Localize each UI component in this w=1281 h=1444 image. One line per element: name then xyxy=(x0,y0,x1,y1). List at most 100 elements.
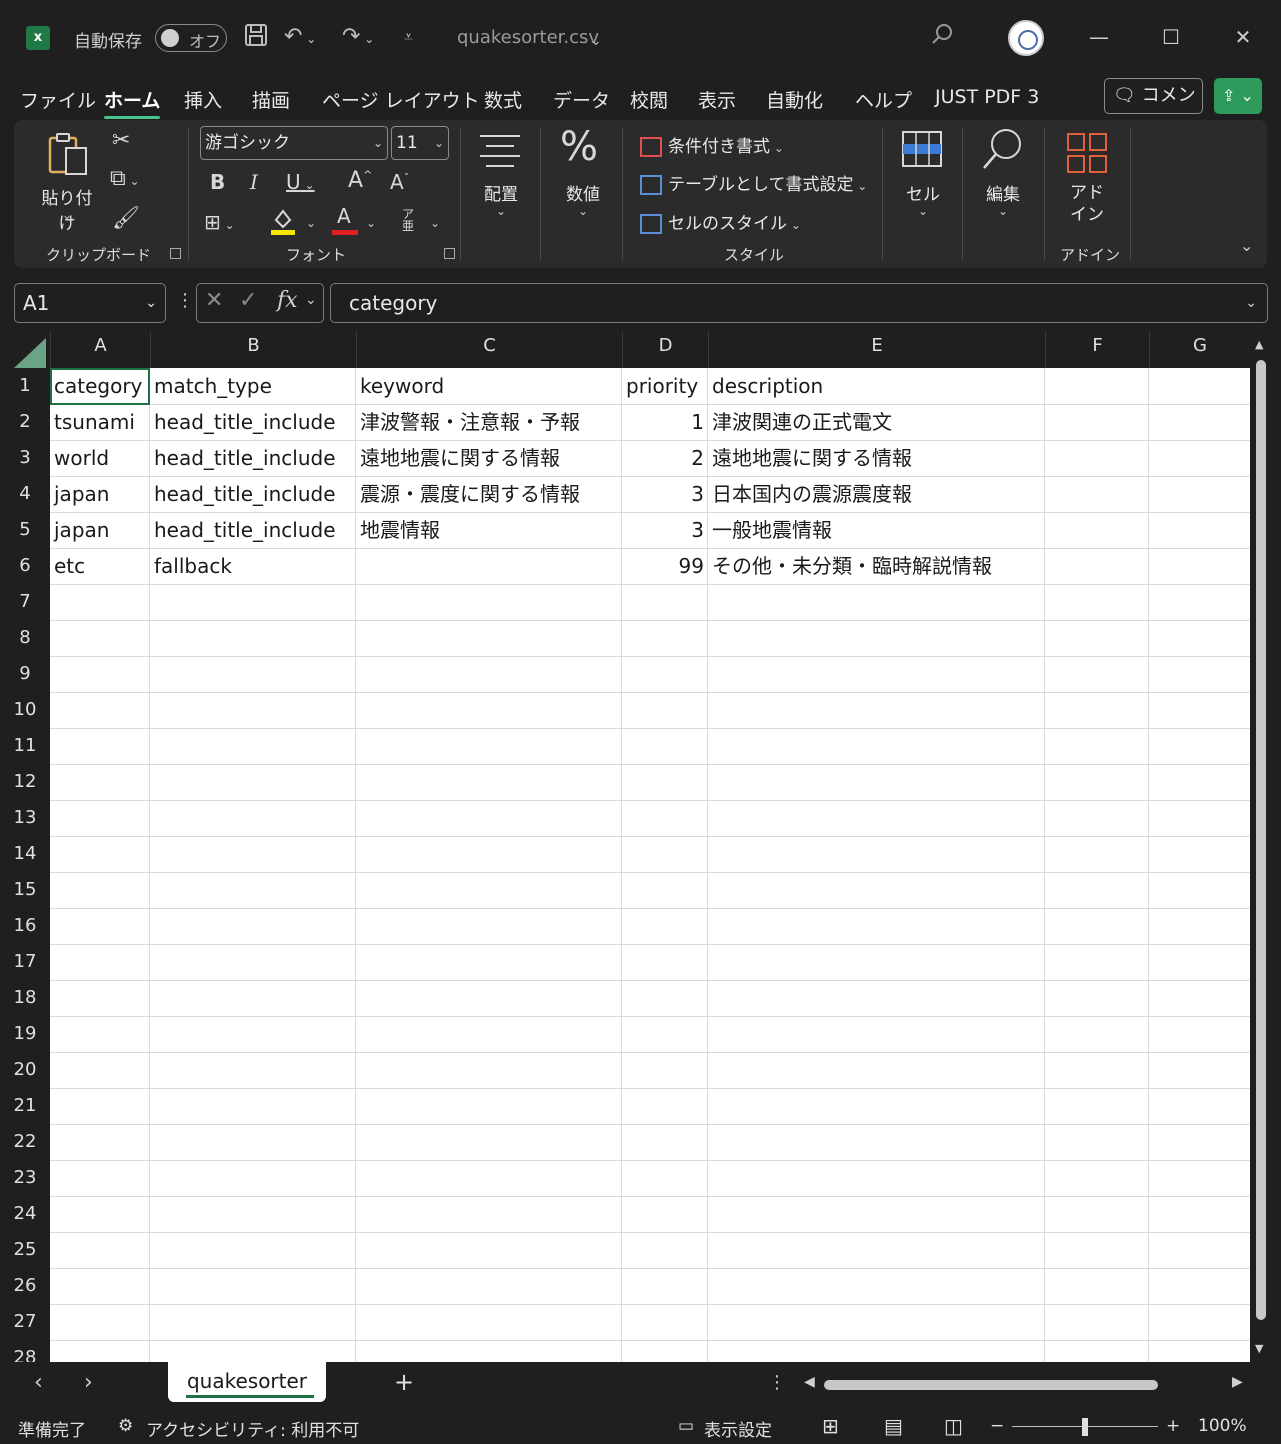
editing-label[interactable]: 編集 xyxy=(978,180,1028,205)
horizontal-scroll-thumb[interactable] xyxy=(824,1380,1158,1390)
underline-icon[interactable]: U ⌄ xyxy=(286,170,315,194)
paste-chevron-icon[interactable]: ⌄ xyxy=(62,208,72,222)
tab-insert[interactable]: 挿入 xyxy=(184,86,222,113)
bold-icon[interactable]: B xyxy=(210,170,225,194)
borders-icon[interactable]: ⊞ ⌄ xyxy=(204,210,235,234)
row-header[interactable]: 19 xyxy=(0,1016,50,1052)
cell-e4[interactable]: 日本国内の震源震度報 xyxy=(708,476,1045,512)
file-name[interactable]: quakesorter.csv xyxy=(457,27,599,48)
cell-b2[interactable]: head_title_include xyxy=(150,404,356,440)
cell-e3[interactable]: 遠地地震に関する情報 xyxy=(708,440,1045,476)
column-header-d[interactable]: D xyxy=(622,332,708,368)
editing-chevron-icon[interactable]: ⌄ xyxy=(998,204,1008,218)
close-icon[interactable]: ✕ xyxy=(1228,22,1258,52)
clipboard-launcher-icon[interactable] xyxy=(170,248,181,259)
addins-icon[interactable] xyxy=(1066,132,1108,174)
tab-automate[interactable]: 自動化 xyxy=(766,86,823,113)
alignment-chevron-icon[interactable]: ⌄ xyxy=(496,204,506,218)
tab-just-pdf[interactable]: JUST PDF 3 xyxy=(935,86,1039,108)
row-header[interactable]: 6 xyxy=(0,548,50,584)
scroll-right-icon[interactable]: ▶ xyxy=(1232,1374,1243,1390)
more-sheets-icon[interactable]: ⋮ xyxy=(768,1372,786,1393)
font-launcher-icon[interactable] xyxy=(444,248,455,259)
tab-view[interactable]: 表示 xyxy=(698,86,736,113)
prev-sheet-icon[interactable]: ‹ xyxy=(34,1370,43,1395)
name-box[interactable]: A1 ⌄ xyxy=(14,283,166,323)
column-header-g[interactable]: G xyxy=(1149,332,1250,368)
row-header[interactable]: 11 xyxy=(0,728,50,764)
column-header-c[interactable]: C xyxy=(356,332,622,368)
cell-b1[interactable]: match_type xyxy=(150,368,356,404)
horizontal-scrollbar[interactable]: ◀ ▶ xyxy=(800,1372,1252,1398)
cell-c3[interactable]: 遠地地震に関する情報 xyxy=(356,440,622,476)
number-chevron-icon[interactable]: ⌄ xyxy=(578,204,588,218)
share-button[interactable]: ⇪ ⌄ xyxy=(1214,78,1262,114)
tab-help[interactable]: ヘルプ xyxy=(855,86,912,113)
normal-view-icon[interactable]: ⊞ xyxy=(822,1414,839,1438)
cancel-icon[interactable]: ✕ xyxy=(205,288,223,313)
cell-c5[interactable]: 地震情報 xyxy=(356,512,622,548)
alignment-icon[interactable] xyxy=(478,132,522,168)
page-layout-view-icon[interactable]: ▤ xyxy=(884,1414,903,1438)
cell-d4[interactable]: 3 xyxy=(622,476,708,512)
row-header[interactable]: 16 xyxy=(0,908,50,944)
row-header[interactable]: 15 xyxy=(0,872,50,908)
row-header[interactable]: 1 xyxy=(0,368,50,404)
number-label[interactable]: 数値 xyxy=(558,180,608,205)
undo-icon[interactable]: ↶ ⌄ xyxy=(284,22,316,54)
enter-icon[interactable]: ✓ xyxy=(239,288,257,313)
vertical-scrollbar[interactable]: ▲ ▼ xyxy=(1252,336,1268,1362)
display-settings-label[interactable]: 表示設定 xyxy=(704,1416,772,1441)
paste-icon[interactable] xyxy=(46,130,90,176)
cell-b4[interactable]: head_title_include xyxy=(150,476,356,512)
cell-area[interactable]: category match_type keyword priority descrip… xyxy=(50,368,1250,1362)
zoom-out-icon[interactable]: − xyxy=(990,1416,1004,1436)
row-header[interactable]: 2 xyxy=(0,404,50,440)
cut-icon[interactable]: ✂ xyxy=(112,128,130,153)
comment-button[interactable]: 🗨 コメント xyxy=(1104,78,1203,140)
tab-file[interactable]: ファイル xyxy=(20,86,96,113)
row-header[interactable]: 23 xyxy=(0,1160,50,1196)
fill-color-chevron-icon[interactable]: ⌄ xyxy=(306,216,316,230)
cell-styles-button[interactable]: セルのスタイル ⌄ xyxy=(640,209,801,234)
font-color-chevron-icon[interactable]: ⌄ xyxy=(366,216,376,230)
font-name-select[interactable]: 游ゴシック ⌄ xyxy=(200,126,388,160)
row-header[interactable]: 18 xyxy=(0,980,50,1016)
user-avatar[interactable] xyxy=(1008,20,1044,56)
cells-label[interactable]: セル xyxy=(898,180,948,205)
row-header[interactable]: 8 xyxy=(0,620,50,656)
tab-data[interactable]: データ xyxy=(553,86,610,113)
editing-search-icon[interactable] xyxy=(980,126,1026,172)
copy-icon[interactable]: ⧉ ⌄ xyxy=(110,166,140,191)
row-header[interactable]: 3 xyxy=(0,440,50,476)
maximize-icon[interactable]: ☐ xyxy=(1156,22,1186,52)
row-header[interactable]: 13 xyxy=(0,800,50,836)
add-sheet-icon[interactable]: + xyxy=(394,1368,414,1396)
cell-c2[interactable]: 津波警報・注意報・予報 xyxy=(356,404,622,440)
alignment-label[interactable]: 配置 xyxy=(476,180,526,205)
save-icon[interactable] xyxy=(243,22,269,57)
cell-c1[interactable]: keyword xyxy=(356,368,622,404)
filename-chevron-icon[interactable]: ⌄ xyxy=(590,26,602,56)
column-header-a[interactable]: A xyxy=(50,332,150,368)
row-header[interactable]: 25 xyxy=(0,1232,50,1268)
zoom-in-icon[interactable]: + xyxy=(1166,1416,1180,1436)
font-size-select[interactable]: 11 ⌄ xyxy=(391,126,449,160)
cell-e1[interactable]: description xyxy=(708,368,1045,404)
cells-chevron-icon[interactable]: ⌄ xyxy=(918,204,928,218)
row-header[interactable]: 22 xyxy=(0,1124,50,1160)
accessibility-icon[interactable]: ⚙ xyxy=(118,1416,133,1436)
decrease-font-icon[interactable]: Aˇ xyxy=(390,170,409,194)
increase-font-icon[interactable]: A^ xyxy=(348,168,372,193)
cell-d1[interactable]: priority xyxy=(622,368,708,404)
column-header-b[interactable]: B xyxy=(150,332,356,368)
expand-formula-icon[interactable]: ⌄ xyxy=(1245,284,1257,322)
formula-input[interactable]: category ⌄ xyxy=(330,283,1268,323)
phonetic-chevron-icon[interactable]: ⌄ xyxy=(430,216,440,230)
tab-formulas[interactable]: 数式 xyxy=(484,86,522,113)
format-painter-icon[interactable]: 🖌 xyxy=(112,206,140,231)
chevron-down-icon[interactable]: ⌄ xyxy=(305,292,317,308)
row-header[interactable]: 5 xyxy=(0,512,50,548)
cells-icon[interactable] xyxy=(900,126,944,170)
row-header[interactable]: 21 xyxy=(0,1088,50,1124)
